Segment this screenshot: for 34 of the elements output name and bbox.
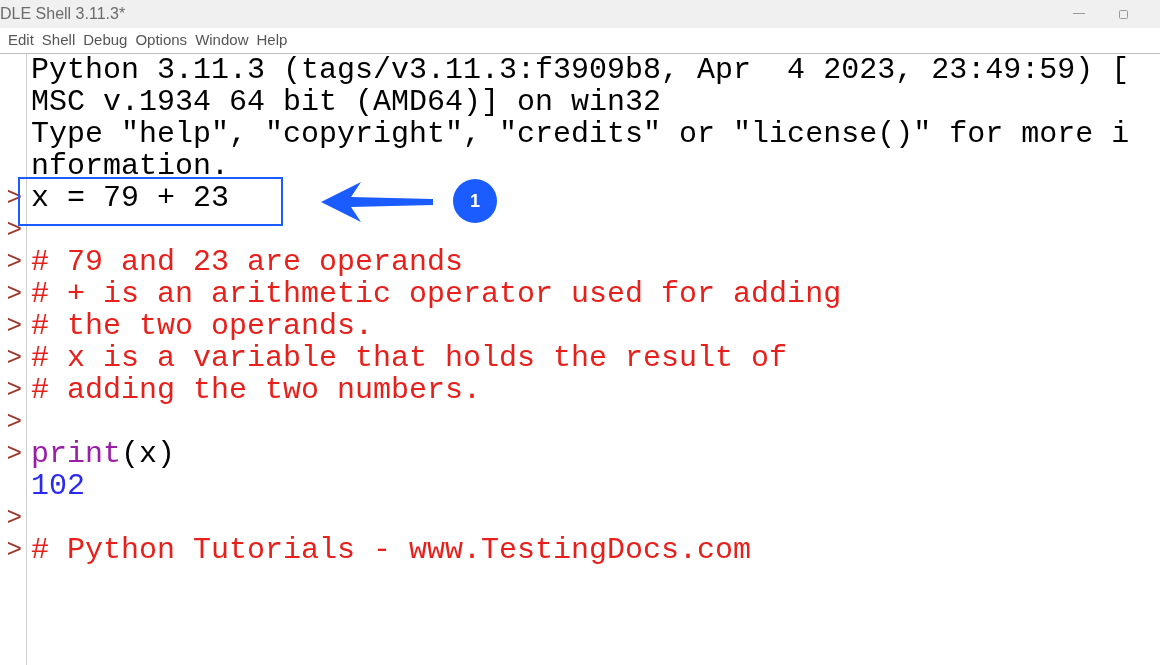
maximize-icon[interactable] bbox=[1119, 9, 1128, 19]
step-badge: 1 bbox=[453, 179, 497, 223]
prompt-marker: > bbox=[6, 406, 22, 438]
code-line: # adding the two numbers. bbox=[31, 374, 482, 406]
code-line: MSC v.1934 64 bit (AMD64)] on win32 bbox=[31, 86, 662, 118]
prompt-marker: > bbox=[6, 534, 22, 566]
arrow-icon bbox=[321, 180, 433, 224]
prompt-marker: > bbox=[6, 502, 22, 534]
code-line: # + is an arithmetic operator used for adding bbox=[31, 278, 842, 310]
minimize-icon[interactable] bbox=[1073, 13, 1085, 15]
menu-item[interactable]: Debug bbox=[83, 29, 128, 52]
prompt-marker: > bbox=[6, 246, 22, 278]
menu-item[interactable]: Options bbox=[135, 29, 188, 52]
code-line: # 79 and 23 are operands bbox=[31, 246, 464, 278]
window-title: DLE Shell 3.11.3* bbox=[0, 4, 126, 24]
code-line: Python 3.11.3 (tags/v3.11.3:f3909b8, Apr 4 2023, 23:49:59) [ bbox=[31, 54, 1130, 86]
prompt-marker: > bbox=[6, 374, 22, 406]
code-line: nformation. bbox=[31, 150, 230, 182]
code-line: Type "help", "copyright", "credits" or "license()" for more i bbox=[31, 118, 1130, 150]
code-line: # the two operands. bbox=[31, 310, 374, 342]
prompt-marker: > bbox=[6, 438, 22, 470]
menu-item[interactable]: Window bbox=[195, 29, 249, 52]
prompt-marker: > bbox=[6, 214, 22, 246]
menu-item[interactable]: Shell bbox=[41, 29, 76, 52]
code-line: x = 79 + 23 bbox=[31, 182, 230, 214]
menu-item[interactable]: Help bbox=[256, 29, 288, 52]
code-line: 102 bbox=[31, 470, 85, 502]
code-line: # x is a variable that holds the result of bbox=[31, 342, 788, 374]
code-line: # Python Tutorials - www.TestingDocs.com bbox=[31, 534, 752, 566]
prompt-marker: > bbox=[6, 342, 22, 374]
prompt-marker: > bbox=[6, 278, 22, 310]
prompt-marker: > bbox=[6, 310, 22, 342]
menu-item[interactable]: Edit bbox=[8, 29, 34, 52]
code-line: print(x) bbox=[31, 438, 176, 470]
